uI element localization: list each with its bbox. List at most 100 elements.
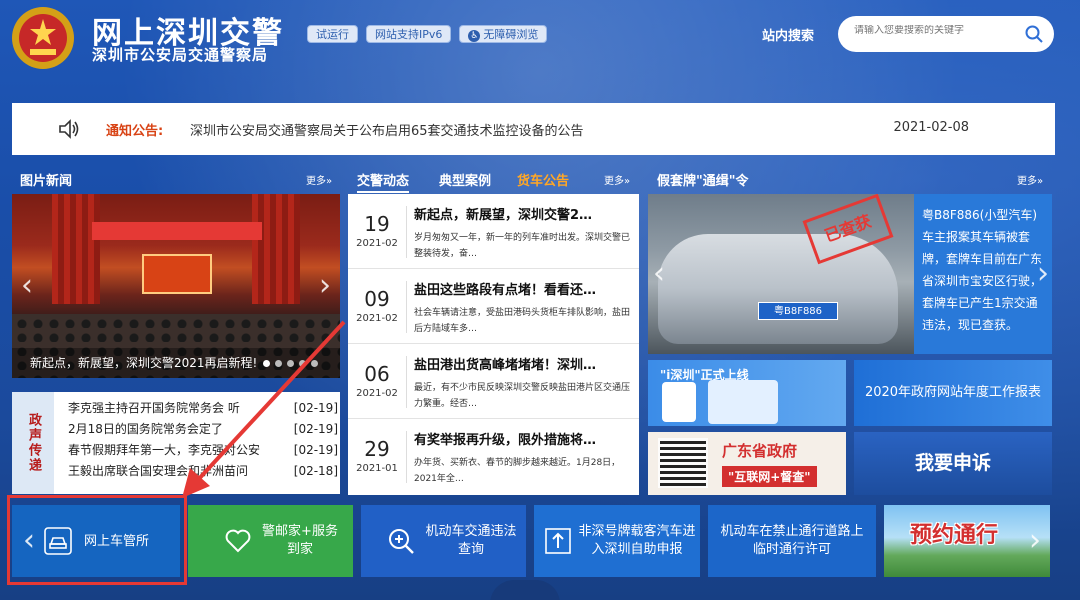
fake-plate-photo: 粤B8F886 已查获 — [648, 194, 914, 354]
scroll-handle[interactable] — [490, 580, 560, 600]
search-icon[interactable] — [1024, 24, 1044, 44]
news-day: 29 — [364, 437, 390, 461]
carousel-prev-icon[interactable]: ‹ — [14, 266, 40, 306]
fake-plate-more-link[interactable]: 更多» — [1017, 172, 1043, 187]
police-emblem-icon — [12, 7, 74, 69]
heart-icon — [225, 529, 251, 553]
search-plus-icon — [389, 529, 414, 554]
car-image — [658, 234, 898, 344]
accessibility-icon: ♿ — [468, 30, 481, 42]
photo-curtain-right — [252, 194, 300, 304]
photo-screen — [142, 254, 212, 294]
speaker-icon — [59, 119, 79, 139]
news-desc: 最近，有不少市民反映深圳交警反映盐田港片区交通压力繁重。经否… — [414, 383, 631, 409]
policy-list: 李克强主持召开国务院常务会 听 [02-19] 2月18日的国务院常务会定了 [02… — [68, 398, 338, 482]
service-label: 预约通行 — [910, 523, 999, 548]
carousel-prev-icon[interactable]: ‹ — [646, 254, 672, 294]
license-plate: 粤B8F886 — [758, 302, 838, 320]
list-item[interactable]: 2月18日的国务院常务会定了 [02-19] — [68, 419, 338, 440]
app-screen-icon — [708, 380, 778, 424]
news-divider — [406, 356, 407, 408]
tab-traffic-news[interactable]: 交警动态 — [357, 170, 410, 193]
upload-icon — [545, 528, 571, 554]
accessibility-label: 无障碍浏览 — [483, 28, 539, 41]
photo-curtain-left — [52, 194, 100, 304]
site-subtitle: 深圳市公安局交通警察局 — [92, 46, 269, 64]
news-divider — [406, 431, 407, 483]
news-desc: 办年货、买新衣、春节的脚步越来越近。1月28日，2021年全… — [414, 458, 621, 484]
site-header: 网上深圳交警 深圳市公安局交通警察局 试运行 网站支持IPv6 ♿ 无障碍浏览 站… — [0, 0, 1080, 92]
non-sz-plate-declare-button[interactable]: 非深号牌载客汽车进入深圳自助申报 — [534, 505, 700, 577]
qr-code-icon — [658, 438, 708, 488]
list-item[interactable]: 19 2021-02 新起点，新展望，深圳交警2… 岁月匆匆又一年，新一年的列车… — [348, 194, 639, 269]
news-desc: 社会车辆请注意，受盐田港码头货柜车排队影响，盐田后方陆域车多… — [414, 308, 631, 334]
traffic-news-list: 19 2021-02 新起点，新展望，深圳交警2… 岁月匆匆又一年，新一年的列车… — [348, 194, 639, 495]
traffic-news-more-link[interactable]: 更多» — [604, 172, 630, 187]
carousel-dot[interactable] — [275, 360, 282, 367]
policy-item-title[interactable]: 春节假期拜年第一大，李克强对公安 — [68, 440, 268, 461]
violation-query-button[interactable]: 机动车交通违法查询 — [361, 505, 526, 577]
service-label: 机动车交通违法查询 — [425, 524, 517, 557]
service-label: 警邮家+服务到家 — [262, 524, 338, 557]
gd-gov-supervision-tile[interactable]: 广东省政府 "互联网+督查" — [648, 432, 846, 495]
trial-run-badge[interactable]: 试运行 — [307, 25, 358, 43]
policy-item-date: [02-18] — [293, 464, 338, 478]
carousel-next-icon[interactable]: › — [312, 266, 338, 306]
service-label: 机动车在禁止通行道路上临时通行许可 — [720, 524, 864, 557]
search-box — [838, 16, 1054, 52]
policy-item-date: [02-19] — [293, 443, 338, 457]
news-title[interactable]: 有奖举报再升级，限外措施将… — [414, 429, 636, 448]
header-badges: 试运行 网站支持IPv6 ♿ 无障碍浏览 — [307, 25, 548, 43]
photo-news-carousel[interactable]: 新起点，新展望，深圳交警2021再启新程! ‹ › — [12, 194, 340, 378]
carousel-dot[interactable] — [311, 360, 318, 367]
news-divider — [406, 206, 407, 258]
fake-plate-carousel[interactable]: 粤B8F886 已查获 粤B8F886(小型汽车)车主报案其车辆被套牌，套牌车目… — [648, 194, 1052, 354]
list-item[interactable]: 王毅出席联合国安理会和非洲苗问 [02-18] — [68, 461, 338, 482]
police-post-home-button[interactable]: 警邮家+服务到家 — [188, 505, 353, 577]
list-item[interactable]: 09 2021-02 盐田这些路段有点堵！看看还… 社会车辆请注意，受盐田港码头… — [348, 269, 639, 344]
news-year-month: 2021-02 — [356, 388, 398, 399]
notice-text[interactable]: 深圳市公安局交通警察局关于公布启用65套交通技术监控设备的公告 — [190, 120, 584, 139]
highlight-box — [7, 495, 187, 585]
tab-truck-notices[interactable]: 货车公告 — [517, 170, 569, 189]
news-title[interactable]: 盐田这些路段有点堵！看看还… — [414, 279, 636, 298]
list-item[interactable]: 李克强主持召开国务院常务会 听 [02-19] — [68, 398, 338, 419]
news-title[interactable]: 盐田港出货高峰堵堵堵！深圳… — [414, 354, 636, 373]
policy-item-date: [02-19] — [293, 422, 338, 436]
gov-report-tile[interactable]: 2020年政府网站年度工作报表 — [854, 360, 1052, 426]
news-year-month: 2021-01 — [356, 463, 398, 474]
notice-label: 通知公告: — [106, 124, 164, 139]
news-title[interactable]: 新起点，新展望，深圳交警2… — [414, 204, 636, 223]
carousel-next-icon[interactable]: › — [1030, 254, 1056, 294]
policy-item-date: [02-19] — [293, 401, 338, 415]
policy-item-title[interactable]: 2月18日的国务院常务会定了 — [68, 419, 268, 440]
reservation-pass-button[interactable]: 预约通行 › — [884, 505, 1050, 577]
list-item[interactable]: 06 2021-02 盐田港出货高峰堵堵堵！深圳… 最近，有不少市民反映深圳交警… — [348, 344, 639, 419]
news-desc: 岁月匆匆又一年，新一年的列车准时出发。深圳交警已整装待发，奋… — [414, 233, 631, 259]
carousel-dot[interactable] — [263, 360, 270, 367]
carousel-dots — [263, 360, 318, 367]
isz-promo-tile[interactable]: "i深圳"正式上线 — [648, 360, 846, 426]
policy-item-title[interactable]: 李克强主持召开国务院常务会 听 — [68, 398, 268, 419]
list-item[interactable]: 春节假期拜年第一大，李克强对公安 [02-19] — [68, 440, 338, 461]
temporary-pass-permit-button[interactable]: 机动车在禁止通行道路上临时通行许可 — [708, 505, 876, 577]
news-divider — [406, 281, 407, 333]
service-label: 非深号牌载客汽车进入深圳自助申报 — [578, 524, 696, 557]
policy-item-title[interactable]: 王毅出席联合国安理会和非洲苗问 — [68, 461, 268, 482]
services-next-icon[interactable]: › — [1022, 521, 1048, 561]
tab-typical-cases[interactable]: 典型案例 — [439, 170, 491, 189]
ipv6-badge[interactable]: 网站支持IPv6 — [366, 25, 452, 43]
fake-plate-title[interactable]: 假套牌"通缉"令 — [657, 170, 749, 189]
carousel-dot[interactable] — [299, 360, 306, 367]
news-year-month: 2021-02 — [356, 313, 398, 324]
photo-news-title[interactable]: 图片新闻 — [20, 170, 72, 189]
accessibility-badge[interactable]: ♿ 无障碍浏览 — [459, 25, 548, 43]
phone-icon — [662, 382, 696, 422]
carousel-dot[interactable] — [287, 360, 294, 367]
list-item[interactable]: 29 2021-01 有奖举报再升级，限外措施将… 办年货、买新衣、春节的脚步越… — [348, 419, 639, 494]
news-day: 09 — [364, 287, 390, 311]
photo-news-more-link[interactable]: 更多» — [306, 172, 332, 187]
policy-side-label: 政声传递 — [12, 392, 54, 494]
apply-appeal-tile[interactable]: 我要申诉 — [854, 432, 1052, 495]
search-input[interactable] — [854, 25, 1024, 36]
